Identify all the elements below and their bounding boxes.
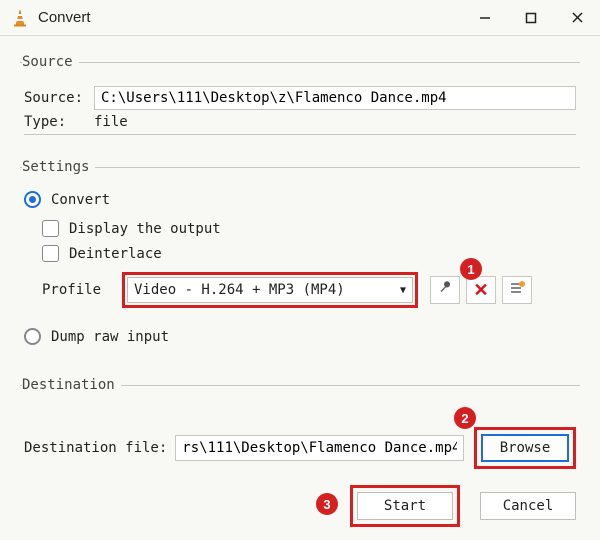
display-output-checkbox[interactable] — [42, 220, 59, 237]
callout-3: 3 — [316, 493, 338, 515]
browse-highlight-box: Browse — [474, 427, 576, 469]
browse-button[interactable]: Browse — [481, 434, 569, 462]
destination-group: Destination Destination file: Browse 2 — [20, 377, 580, 471]
x-icon: ✕ — [473, 280, 488, 301]
deinterlace-checkbox[interactable] — [42, 245, 59, 262]
destination-legend: Destination — [22, 377, 121, 393]
callout-2: 2 — [454, 407, 476, 429]
type-value: file — [94, 114, 128, 130]
close-button[interactable] — [554, 0, 600, 36]
destination-file-input[interactable] — [175, 435, 464, 461]
profile-label: Profile — [42, 282, 122, 298]
dump-radio-label: Dump raw input — [51, 329, 169, 345]
type-label: Type: — [24, 114, 94, 130]
list-new-icon — [509, 280, 525, 300]
start-label: Start — [384, 498, 426, 514]
source-group: Source Source: Type: file — [20, 54, 580, 147]
browse-label: Browse — [500, 440, 551, 456]
source-label: Source: — [24, 90, 94, 106]
profile-dropdown[interactable]: Video - H.264 + MP3 (MP4) ▼ — [127, 277, 413, 303]
window-title: Convert — [38, 9, 91, 26]
start-button[interactable]: Start — [357, 492, 453, 520]
source-path-input[interactable] — [94, 86, 576, 110]
chevron-down-icon: ▼ — [400, 285, 406, 296]
maximize-button[interactable] — [508, 0, 554, 36]
profile-highlight-box: Video - H.264 + MP3 (MP4) ▼ — [122, 272, 418, 308]
minimize-button[interactable] — [462, 0, 508, 36]
edit-profile-button[interactable] — [430, 276, 460, 304]
titlebar: Convert — [0, 0, 600, 36]
delete-profile-button[interactable]: ✕ — [466, 276, 496, 304]
display-output-label: Display the output — [69, 221, 221, 237]
convert-radio-label: Convert — [51, 192, 110, 208]
new-profile-button[interactable] — [502, 276, 532, 304]
start-highlight-box: Start — [350, 485, 460, 527]
deinterlace-label: Deinterlace — [69, 246, 162, 262]
settings-legend: Settings — [22, 159, 95, 175]
wrench-icon — [437, 280, 453, 300]
cancel-button[interactable]: Cancel — [480, 492, 576, 520]
dump-radio[interactable] — [24, 328, 41, 345]
settings-group: Settings Convert Display the output Dein… — [20, 159, 580, 365]
profile-value: Video - H.264 + MP3 (MP4) — [134, 282, 345, 298]
callout-1: 1 — [460, 258, 482, 280]
convert-radio[interactable] — [24, 191, 41, 208]
cancel-label: Cancel — [503, 498, 554, 514]
source-legend: Source — [22, 54, 79, 70]
destination-label: Destination file: — [24, 440, 167, 456]
vlc-cone-icon — [10, 8, 30, 28]
